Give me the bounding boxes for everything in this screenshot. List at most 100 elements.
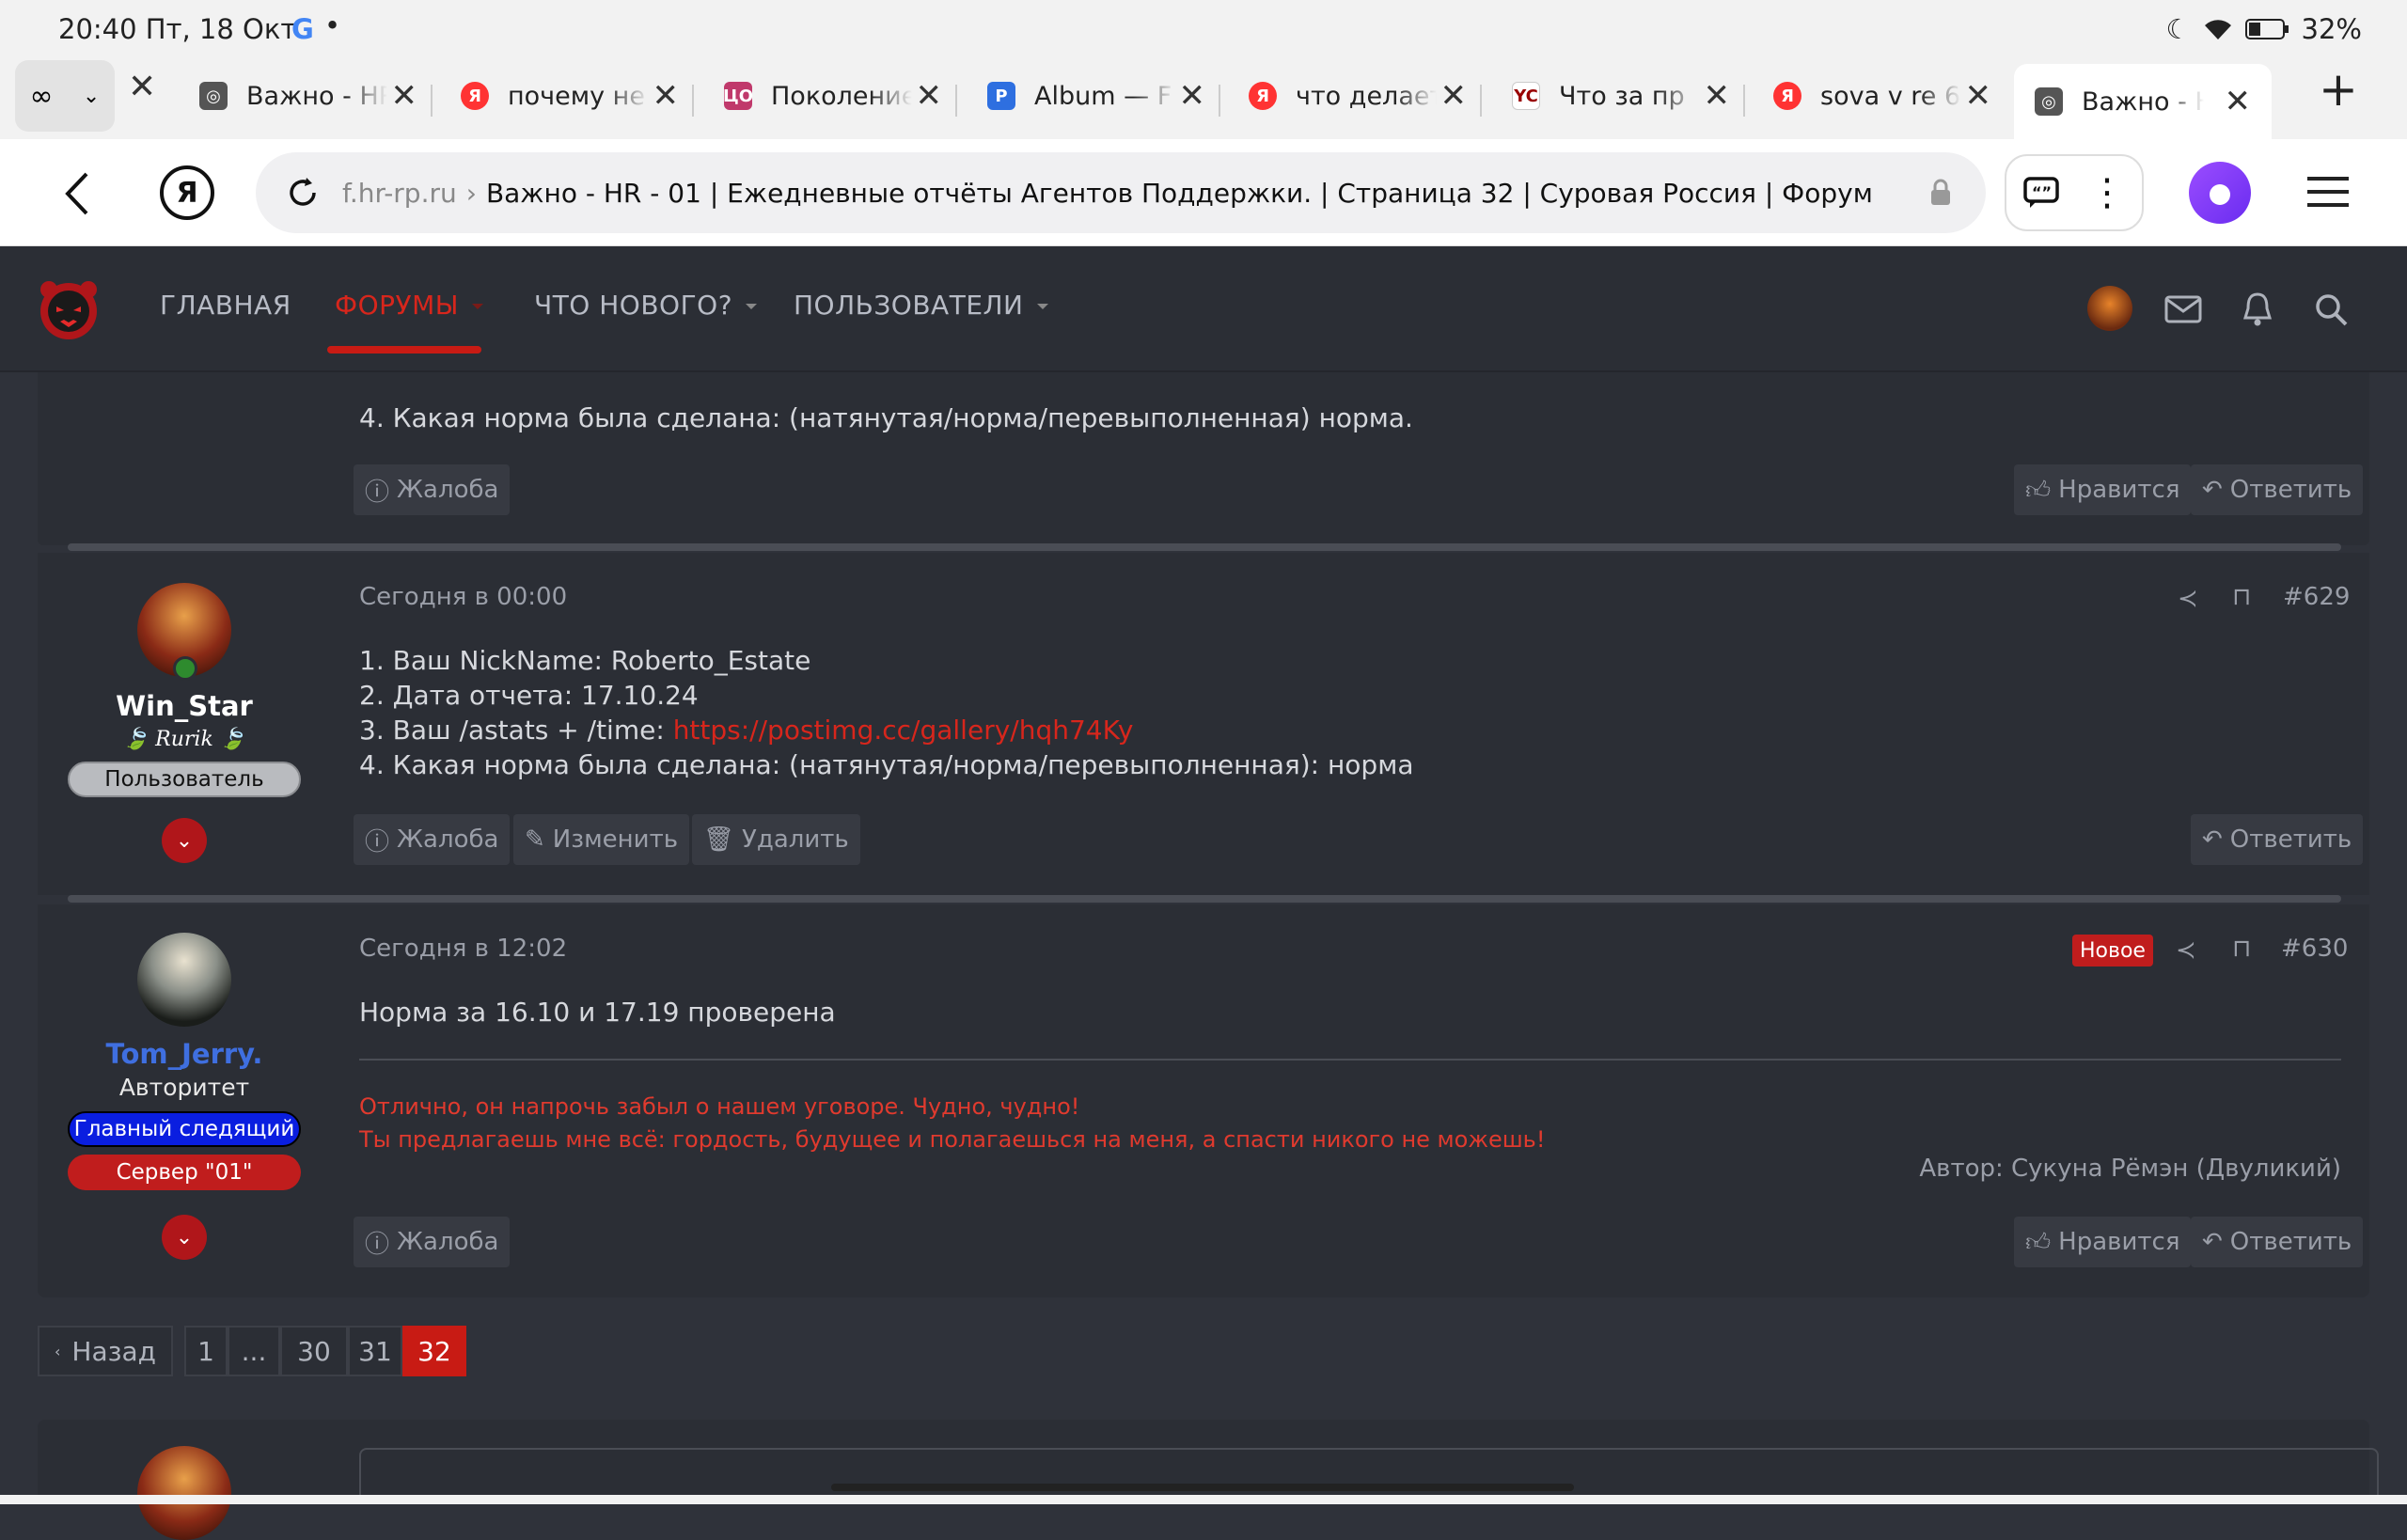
trash-icon: 🗑︎ [703,825,735,854]
bell-icon[interactable] [2242,291,2273,327]
tab-7[interactable]: Я sova v re 6 ✕ [1773,64,1991,128]
expand-user-info-button[interactable]: ⌄ [162,1215,207,1260]
author-avatar[interactable] [137,1446,231,1540]
status-time: 20:40 Пт, 18 Окт [58,13,297,45]
delete-button[interactable]: 🗑︎ Удалить [692,814,860,865]
like-button[interactable]: 👍︎ Нравится [2014,1217,2192,1267]
post-time[interactable]: Сегодня в 00:00 [359,583,567,611]
close-tab-icon[interactable]: ✕ [1179,77,1206,115]
tab-1[interactable]: ◎ Важно - HR - 01 ✕ [199,64,417,128]
back-button[interactable] [53,165,100,222]
prev-label: Назад [71,1335,157,1367]
close-tab-icon[interactable]: ✕ [916,77,943,115]
author-username[interactable]: Tom_Jerry. [62,1038,307,1070]
incognito-switcher[interactable]: ∞ ⌄ [15,60,115,132]
post-next-peek [38,1420,2379,1540]
lock-icon[interactable] [1929,179,1952,207]
tab-6[interactable]: YC Что за пр ✕ [1512,64,1730,128]
hamburger-menu-button[interactable] [2307,173,2349,211]
author-avatar[interactable] [137,933,231,1027]
close-tab-icon[interactable]: ✕ [1440,77,1468,115]
close-tab-icon[interactable]: ✕ [2225,83,2252,120]
page-title: Важно - HR - 01 | Ежедневные отчёты Аген… [485,177,1873,209]
nav-forums-label: ФОРУМЫ [335,290,459,321]
nav-forums[interactable]: ФОРУМЫ [335,290,483,321]
page-32-current[interactable]: 32 [402,1326,466,1376]
report-button[interactable]: ⓘ Жалоба [354,1217,511,1267]
report-label: Жалоба [397,825,499,854]
edit-button[interactable]: ✎ Изменить [513,814,690,865]
nav-whats-new[interactable]: ЧТО НОВОГО? [534,290,758,321]
post-divider [68,895,2341,903]
tab-title: Важно - HR [2082,86,2204,117]
tab-8-active[interactable]: ◎ Важно - HR ✕ [2014,64,2272,139]
caret-down-icon [471,304,483,309]
post-text-line: 4. Какая норма была сделана: (натянутая/… [359,402,1413,433]
role-badge: Пользователь [68,762,301,797]
close-tab-icon[interactable]: ✕ [1704,77,1731,115]
reply-button[interactable]: ↶ Ответить [2191,814,2364,865]
author-user-title: 🍃 Rurik 🍃 [122,728,246,751]
report-label: Жалоба [397,1228,499,1256]
search-icon[interactable] [2315,293,2349,327]
like-button[interactable]: 👍︎ Нравится [2014,464,2192,515]
caret-down-icon [1036,304,1048,309]
quote-bubble-icon[interactable]: “” [2022,176,2060,210]
tab-2[interactable]: Я почему не ✕ [461,64,679,128]
tab-5[interactable]: Я что делает ✕ [1249,64,1467,128]
home-indicator[interactable] [831,1484,1574,1491]
yandex-logo-icon[interactable]: Я [160,165,214,220]
tab-3[interactable]: ЦО Поколение ✕ [723,64,943,128]
tab-4[interactable]: P Album — F ✕ [987,64,1205,128]
address-bar[interactable]: f.hr-rp.ru › Важно - HR - 01 | Ежедневны… [256,152,1986,233]
battery-icon [2244,19,2289,39]
site-favicon: YC [1512,82,1540,110]
tab-title: что делает [1296,81,1437,111]
tab-title: Что за пр [1559,81,1685,111]
more-vertical-icon[interactable]: ⋮ [2088,174,2126,212]
post-number[interactable]: #630 [2281,935,2348,963]
close-tab-icon[interactable]: ✕ [391,77,418,115]
reload-icon[interactable] [286,176,320,210]
edit-label: Изменить [552,825,679,854]
svg-text:“”: “” [2032,183,2052,201]
page-30[interactable]: 30 [280,1326,348,1376]
share-icon[interactable]: ≺ [2176,936,2196,965]
report-button[interactable]: ⓘ Жалоба [354,814,511,865]
pagination-prev[interactable]: ‹ Назад [38,1326,173,1376]
post-time[interactable]: Сегодня в 12:02 [359,935,567,963]
bookmark-icon[interactable]: ⊓ [2232,935,2251,963]
alice-assistant-button[interactable] [2189,162,2251,224]
page-ellipsis[interactable]: ... [228,1326,280,1376]
reply-button[interactable]: ↶ Ответить [2191,1217,2364,1267]
reply-arrow-icon: ↶ [2202,1228,2223,1256]
expand-user-info-button[interactable]: ⌄ [162,818,207,863]
post-text-line: 1. Ваш NickName: Roberto_Estate [359,645,811,676]
author-username[interactable]: Win_Star [62,690,307,722]
close-all-icon[interactable]: ✕ [128,68,156,106]
close-tab-icon[interactable]: ✕ [1965,77,1992,115]
report-button[interactable]: ⓘ Жалоба [354,464,511,515]
battery-percent: 32% [2301,13,2362,45]
alert-circle-icon: ⓘ [365,827,390,856]
nav-members[interactable]: ПОЛЬЗОВАТЕЛИ [794,290,1048,321]
post-text-prefix: 3. Ваш /astats + /time: [359,715,673,746]
url-chevron: › [465,177,477,209]
nav-home[interactable]: ГЛАВНАЯ [160,290,291,321]
post-link[interactable]: https://postimg.cc/gallery/hqh74Ky [673,715,1134,746]
close-tab-icon[interactable]: ✕ [653,77,680,115]
page-31[interactable]: 31 [348,1326,402,1376]
pencil-icon: ✎ [525,825,545,854]
share-icon[interactable]: ≺ [2178,585,2198,613]
post-text-line: 2. Дата отчета: 17.10.24 [359,680,699,711]
new-tab-icon[interactable]: + [2319,62,2358,117]
post-number[interactable]: #629 [2283,583,2350,611]
mail-icon[interactable] [2164,295,2202,323]
page-1[interactable]: 1 [184,1326,228,1376]
signature: Отлично, он напрочь забыл о нашем уговор… [359,1091,1545,1156]
user-avatar[interactable] [2087,286,2132,331]
system-status-bar: 20:40 Пт, 18 Окт G • ☾ 32% [0,0,2407,58]
bookmark-icon[interactable]: ⊓ [2232,583,2251,611]
reply-button[interactable]: ↶ Ответить [2191,464,2364,515]
site-logo-icon[interactable] [36,276,102,342]
